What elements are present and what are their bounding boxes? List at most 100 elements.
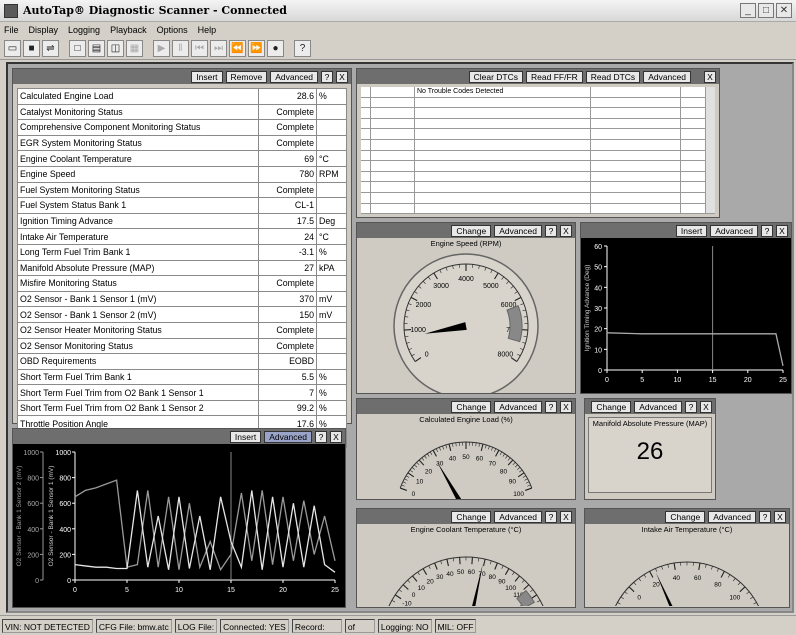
advanced-button[interactable]: Advanced [494,224,542,237]
insert-button[interactable]: Insert [675,224,708,237]
table-row[interactable]: Engine Speed 780 RPM [17,165,347,183]
table-row[interactable]: Catalyst Monitoring Status Complete [17,103,347,121]
advanced-button[interactable]: Advanced [494,400,542,413]
change-button[interactable]: Change [451,224,492,237]
close-panel-button[interactable]: X [774,510,786,523]
close-button[interactable]: ✕ [776,3,792,18]
insert-button[interactable]: Insert [229,430,262,443]
menu-options[interactable]: Options [157,25,188,35]
table-row[interactable]: Short Term Fuel Trim Bank 1 5.5% [17,368,347,386]
menu-help[interactable]: Help [198,25,217,35]
table-row[interactable]: Short Term Fuel Trim from O2 Bank 1 Sens… [17,384,347,401]
record-icon[interactable]: ● [267,40,284,57]
list-item[interactable] [361,97,715,109]
view-plot-icon[interactable]: ▦ [126,40,143,57]
list-item[interactable] [361,161,715,172]
read-ff-fr-button[interactable]: Read FF/FR [526,70,583,83]
list-item[interactable] [361,108,715,119]
menu-file[interactable]: File [4,25,19,35]
close-panel-button[interactable]: X [336,70,348,83]
change-button[interactable]: Change [591,400,632,413]
table-row[interactable]: Fuel System Status Bank 1 CL-1 [17,197,347,214]
advanced-button[interactable]: Advanced [634,400,682,413]
read-dtcs-button[interactable]: Read DTCs [585,70,641,83]
table-row[interactable]: Engine Coolant Temperature 69 °C [17,150,347,167]
close-panel-button[interactable]: X [560,224,572,237]
table-row[interactable]: EGR System Monitoring Status Complete [17,134,347,152]
maximize-button[interactable]: □ [758,3,774,18]
help-button[interactable]: ? [321,70,333,83]
help-button[interactable]: ? [761,224,773,237]
table-row[interactable]: O2 Sensor Monitoring Status Complete [17,337,347,355]
rewind-icon[interactable]: ⏪ [229,40,246,57]
table-row[interactable]: Short Term Fuel Trim from O2 Bank 1 Sens… [17,399,347,417]
help-icon[interactable]: ? [294,40,311,57]
list-item[interactable] [361,182,715,193]
list-item[interactable] [361,171,715,183]
table-row[interactable]: O2 Sensor Heater Monitoring Status Comple… [17,321,347,339]
advanced-button[interactable]: Advanced [270,70,318,83]
close-panel-button[interactable]: X [560,400,572,413]
table-row[interactable]: Ignition Timing Advance 17.5 Deg [17,212,347,230]
view-gauge-icon[interactable]: ◫ [107,40,124,57]
table-row[interactable]: Intake Air Temperature 24 °C [17,228,347,245]
table-row[interactable]: OBD Requirements EOBD [17,353,347,370]
pid-unit: % [316,399,347,417]
connect-icon[interactable]: ⇌ [42,40,59,57]
pause-icon[interactable]: ‖ [172,40,189,57]
help-button[interactable]: ? [759,510,771,523]
advanced-button[interactable]: Advanced [708,510,756,523]
advanced-button[interactable]: Advanced [264,430,312,443]
menu-playback[interactable]: Playback [110,25,147,35]
play-icon[interactable]: ▶ [153,40,170,57]
remove-button[interactable]: Remove [225,70,268,83]
list-item[interactable] [361,203,715,215]
close-panel-button[interactable]: X [560,510,572,523]
open-icon[interactable]: ▭ [4,40,21,57]
advanced-button[interactable]: Advanced [494,510,542,523]
view-single-icon[interactable]: □ [69,40,86,57]
fast-forward-icon[interactable]: ⏩ [248,40,265,57]
help-button[interactable]: ? [545,510,557,523]
help-button[interactable]: ? [545,400,557,413]
minor-tick [424,455,427,459]
close-panel-button[interactable]: X [330,430,342,443]
table-row[interactable]: Long Term Fuel Trim Bank 1 -3.1% [17,243,347,261]
table-row[interactable]: O2 Sensor - Bank 1 Sensor 1 (mV) 370 mV [17,290,347,308]
menu-display[interactable]: Display [29,25,59,35]
clear-dtcs-button[interactable]: Clear DTCs [468,70,524,83]
step-forward-icon[interactable]: ⏭ [210,40,227,57]
view-table-icon[interactable]: ▤ [88,40,105,57]
close-panel-button[interactable]: X [704,70,716,83]
list-item[interactable] [361,118,715,130]
insert-button[interactable]: Insert [191,70,223,83]
list-item[interactable] [361,192,715,204]
change-button[interactable]: Change [451,510,492,523]
list-item[interactable] [361,139,715,151]
list-item[interactable] [361,150,715,162]
table-row[interactable]: O2 Sensor - Bank 1 Sensor 2 (mV) 150 mV [17,306,347,323]
close-panel-button[interactable]: X [776,224,788,237]
save-icon[interactable]: ■ [23,40,40,57]
table-row[interactable]: Manifold Absolute Pressure (MAP) 27 kPA [17,259,347,277]
display-title: Manifold Absolute Pressure (MAP) [592,419,708,428]
table-row[interactable]: Misfire Monitoring Status Complete [17,275,347,292]
change-button[interactable]: Change [665,510,706,523]
advanced-button[interactable]: Advanced [643,70,691,83]
scrollbar[interactable] [705,87,715,213]
skip-start-icon[interactable]: ⏮ [191,40,208,57]
table-row[interactable]: Calculated Engine Load 28.6% [17,88,347,105]
close-panel-button[interactable]: X [700,400,712,413]
table-row[interactable]: Comprehensive Component Monitoring Statu… [17,119,347,136]
minimize-button[interactable]: _ [740,3,756,18]
help-button[interactable]: ? [685,400,697,413]
help-button[interactable]: ? [545,224,557,237]
minor-tick [536,600,541,603]
advanced-button[interactable]: Advanced [710,224,758,237]
table-row[interactable]: Fuel System Monitoring Status Complete [17,181,347,199]
change-button[interactable]: Change [451,400,492,413]
list-item[interactable]: No Trouble Codes Detected [361,87,715,98]
help-button[interactable]: ? [315,430,327,443]
list-item[interactable] [361,129,715,140]
menu-logging[interactable]: Logging [68,25,100,35]
